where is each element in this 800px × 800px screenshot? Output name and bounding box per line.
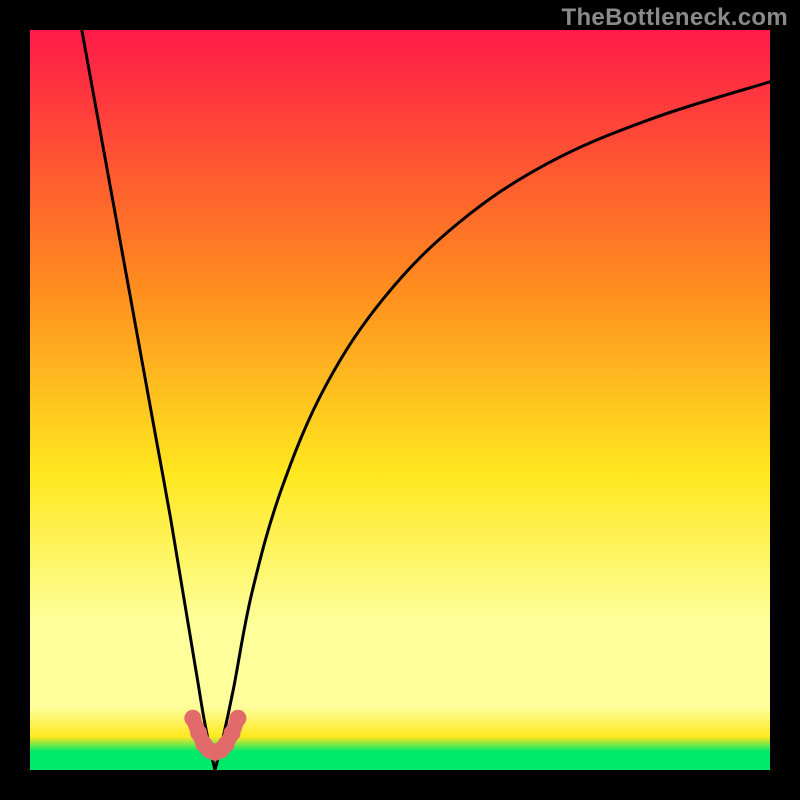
gradient-background — [30, 30, 770, 770]
plot-area — [30, 30, 770, 770]
vertex-marker-dot — [229, 710, 246, 727]
vertex-marker-dot — [224, 725, 241, 742]
chart-svg — [30, 30, 770, 770]
vertex-marker-dot — [184, 710, 201, 727]
watermark-text: TheBottleneck.com — [562, 4, 788, 32]
outer-frame: TheBottleneck.com — [0, 0, 800, 800]
